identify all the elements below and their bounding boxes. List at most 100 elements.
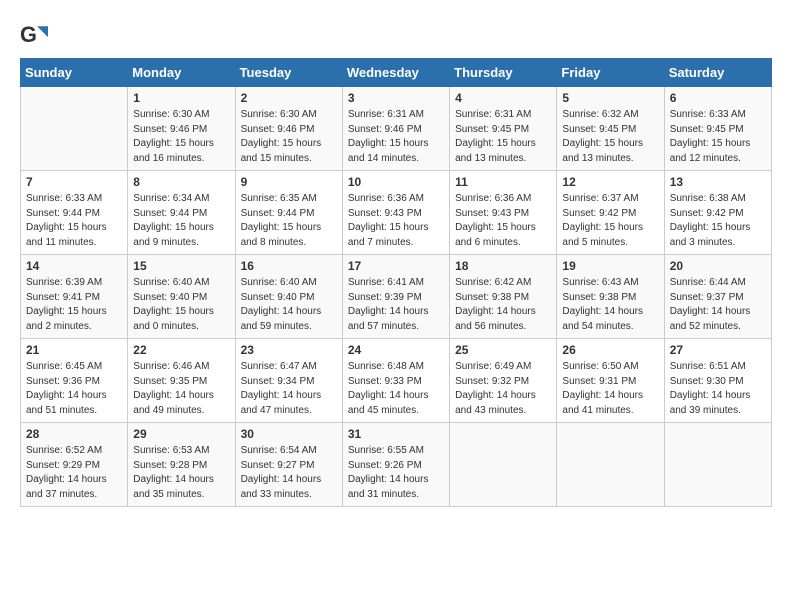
day-cell: 22 Sunrise: 6:46 AM Sunset: 9:35 PM Dayli… xyxy=(128,339,235,423)
header-cell-monday: Monday xyxy=(128,59,235,87)
day-cell: 5Sunrise: 6:32 AM Sunset: 9:45 PM Daylig… xyxy=(557,87,664,171)
day-cell: 30 Sunrise: 6:54 AM Sunset: 9:27 PM Dayli… xyxy=(235,423,342,507)
day-number: 28 xyxy=(26,427,122,441)
day-number: 16 xyxy=(241,259,337,273)
day-cell xyxy=(557,423,664,507)
header-cell-wednesday: Wednesday xyxy=(342,59,449,87)
day-cell xyxy=(664,423,771,507)
day-number: 22 xyxy=(133,343,229,357)
day-cell: 11 Sunrise: 6:36 AM Sunset: 9:43 PM Dayli… xyxy=(450,171,557,255)
day-number: 17 xyxy=(348,259,444,273)
day-info: Sunrise: 6:35 AM Sunset: 9:44 PM Dayligh… xyxy=(241,192,337,250)
week-row-3: 14Sunrise: 6:39 AM Sunset: 9:41 PM Dayli… xyxy=(21,255,772,339)
day-number: 18 xyxy=(455,259,551,273)
day-cell: 17 Sunrise: 6:41 AM Sunset: 9:39 PM Dayli… xyxy=(342,255,449,339)
day-cell: 7 Sunrise: 6:33 AM Sunset: 9:44 PM Daylig… xyxy=(21,171,128,255)
day-number: 2 xyxy=(241,91,337,105)
header-cell-saturday: Saturday xyxy=(664,59,771,87)
header-cell-thursday: Thursday xyxy=(450,59,557,87)
day-cell: 2 Sunrise: 6:30 AM Sunset: 9:46 PM Daylig… xyxy=(235,87,342,171)
day-cell: 18 Sunrise: 6:42 AM Sunset: 9:38 PM Dayli… xyxy=(450,255,557,339)
day-info: Sunrise: 6:31 AM Sunset: 9:46 PM Dayligh… xyxy=(348,108,444,166)
header-cell-friday: Friday xyxy=(557,59,664,87)
calendar-table: SundayMondayTuesdayWednesdayThursdayFrid… xyxy=(20,58,772,507)
day-number: 30 xyxy=(241,427,337,441)
day-info: Sunrise: 6:36 AM Sunset: 9:43 PM Dayligh… xyxy=(348,192,444,250)
logo-icon: G xyxy=(20,20,48,48)
day-cell: 25Sunrise: 6:49 AM Sunset: 9:32 PM Dayli… xyxy=(450,339,557,423)
day-number: 23 xyxy=(241,343,337,357)
day-number: 1 xyxy=(133,91,229,105)
day-info: Sunrise: 6:41 AM Sunset: 9:39 PM Dayligh… xyxy=(348,276,444,334)
day-info: Sunrise: 6:37 AM Sunset: 9:42 PM Dayligh… xyxy=(562,192,658,250)
day-info: Sunrise: 6:33 AM Sunset: 9:45 PM Dayligh… xyxy=(670,108,766,166)
day-cell: 29 Sunrise: 6:53 AM Sunset: 9:28 PM Dayli… xyxy=(128,423,235,507)
day-cell: 24 Sunrise: 6:48 AM Sunset: 9:33 PM Dayli… xyxy=(342,339,449,423)
day-cell: 23 Sunrise: 6:47 AM Sunset: 9:34 PM Dayli… xyxy=(235,339,342,423)
day-info: Sunrise: 6:31 AM Sunset: 9:45 PM Dayligh… xyxy=(455,108,551,166)
day-cell: 14Sunrise: 6:39 AM Sunset: 9:41 PM Dayli… xyxy=(21,255,128,339)
week-row-2: 7 Sunrise: 6:33 AM Sunset: 9:44 PM Daylig… xyxy=(21,171,772,255)
day-info: Sunrise: 6:42 AM Sunset: 9:38 PM Dayligh… xyxy=(455,276,551,334)
day-info: Sunrise: 6:30 AM Sunset: 9:46 PM Dayligh… xyxy=(241,108,337,166)
week-row-1: 1 Sunrise: 6:30 AM Sunset: 9:46 PM Daylig… xyxy=(21,87,772,171)
day-cell: 16 Sunrise: 6:40 AM Sunset: 9:40 PM Dayli… xyxy=(235,255,342,339)
day-number: 10 xyxy=(348,175,444,189)
day-cell: 26Sunrise: 6:50 AM Sunset: 9:31 PM Dayli… xyxy=(557,339,664,423)
day-number: 7 xyxy=(26,175,122,189)
day-cell: 10 Sunrise: 6:36 AM Sunset: 9:43 PM Dayli… xyxy=(342,171,449,255)
day-number: 9 xyxy=(241,175,337,189)
svg-text:G: G xyxy=(20,22,37,47)
day-info: Sunrise: 6:36 AM Sunset: 9:43 PM Dayligh… xyxy=(455,192,551,250)
day-number: 19 xyxy=(562,259,658,273)
day-info: Sunrise: 6:48 AM Sunset: 9:33 PM Dayligh… xyxy=(348,360,444,418)
day-cell: 13Sunrise: 6:38 AM Sunset: 9:42 PM Dayli… xyxy=(664,171,771,255)
day-number: 21 xyxy=(26,343,122,357)
day-number: 4 xyxy=(455,91,551,105)
week-row-5: 28 Sunrise: 6:52 AM Sunset: 9:29 PM Dayli… xyxy=(21,423,772,507)
day-info: Sunrise: 6:49 AM Sunset: 9:32 PM Dayligh… xyxy=(455,360,551,418)
day-info: Sunrise: 6:38 AM Sunset: 9:42 PM Dayligh… xyxy=(670,192,766,250)
day-number: 26 xyxy=(562,343,658,357)
day-info: Sunrise: 6:40 AM Sunset: 9:40 PM Dayligh… xyxy=(133,276,229,334)
day-info: Sunrise: 6:39 AM Sunset: 9:41 PM Dayligh… xyxy=(26,276,122,334)
day-number: 24 xyxy=(348,343,444,357)
day-info: Sunrise: 6:52 AM Sunset: 9:29 PM Dayligh… xyxy=(26,444,122,502)
day-cell: 27Sunrise: 6:51 AM Sunset: 9:30 PM Dayli… xyxy=(664,339,771,423)
day-info: Sunrise: 6:54 AM Sunset: 9:27 PM Dayligh… xyxy=(241,444,337,502)
day-info: Sunrise: 6:46 AM Sunset: 9:35 PM Dayligh… xyxy=(133,360,229,418)
day-cell: 9 Sunrise: 6:35 AM Sunset: 9:44 PM Daylig… xyxy=(235,171,342,255)
day-info: Sunrise: 6:43 AM Sunset: 9:38 PM Dayligh… xyxy=(562,276,658,334)
day-info: Sunrise: 6:44 AM Sunset: 9:37 PM Dayligh… xyxy=(670,276,766,334)
day-cell: 15 Sunrise: 6:40 AM Sunset: 9:40 PM Dayli… xyxy=(128,255,235,339)
day-info: Sunrise: 6:33 AM Sunset: 9:44 PM Dayligh… xyxy=(26,192,122,250)
day-info: Sunrise: 6:47 AM Sunset: 9:34 PM Dayligh… xyxy=(241,360,337,418)
day-info: Sunrise: 6:53 AM Sunset: 9:28 PM Dayligh… xyxy=(133,444,229,502)
day-number: 6 xyxy=(670,91,766,105)
day-cell: 4 Sunrise: 6:31 AM Sunset: 9:45 PM Daylig… xyxy=(450,87,557,171)
day-info: Sunrise: 6:30 AM Sunset: 9:46 PM Dayligh… xyxy=(133,108,229,166)
day-cell: 31Sunrise: 6:55 AM Sunset: 9:26 PM Dayli… xyxy=(342,423,449,507)
header-row: SundayMondayTuesdayWednesdayThursdayFrid… xyxy=(21,59,772,87)
day-number: 8 xyxy=(133,175,229,189)
day-number: 5 xyxy=(562,91,658,105)
day-cell: 3 Sunrise: 6:31 AM Sunset: 9:46 PM Daylig… xyxy=(342,87,449,171)
page-header: G xyxy=(20,20,772,48)
header-cell-sunday: Sunday xyxy=(21,59,128,87)
day-info: Sunrise: 6:55 AM Sunset: 9:26 PM Dayligh… xyxy=(348,444,444,502)
day-cell: 1 Sunrise: 6:30 AM Sunset: 9:46 PM Daylig… xyxy=(128,87,235,171)
day-info: Sunrise: 6:34 AM Sunset: 9:44 PM Dayligh… xyxy=(133,192,229,250)
day-cell xyxy=(450,423,557,507)
day-number: 20 xyxy=(670,259,766,273)
day-info: Sunrise: 6:40 AM Sunset: 9:40 PM Dayligh… xyxy=(241,276,337,334)
day-cell: 6 Sunrise: 6:33 AM Sunset: 9:45 PM Daylig… xyxy=(664,87,771,171)
day-number: 3 xyxy=(348,91,444,105)
day-number: 15 xyxy=(133,259,229,273)
day-number: 11 xyxy=(455,175,551,189)
day-cell: 28 Sunrise: 6:52 AM Sunset: 9:29 PM Dayli… xyxy=(21,423,128,507)
day-number: 29 xyxy=(133,427,229,441)
week-row-4: 21 Sunrise: 6:45 AM Sunset: 9:36 PM Dayli… xyxy=(21,339,772,423)
day-number: 27 xyxy=(670,343,766,357)
day-info: Sunrise: 6:45 AM Sunset: 9:36 PM Dayligh… xyxy=(26,360,122,418)
day-number: 12 xyxy=(562,175,658,189)
